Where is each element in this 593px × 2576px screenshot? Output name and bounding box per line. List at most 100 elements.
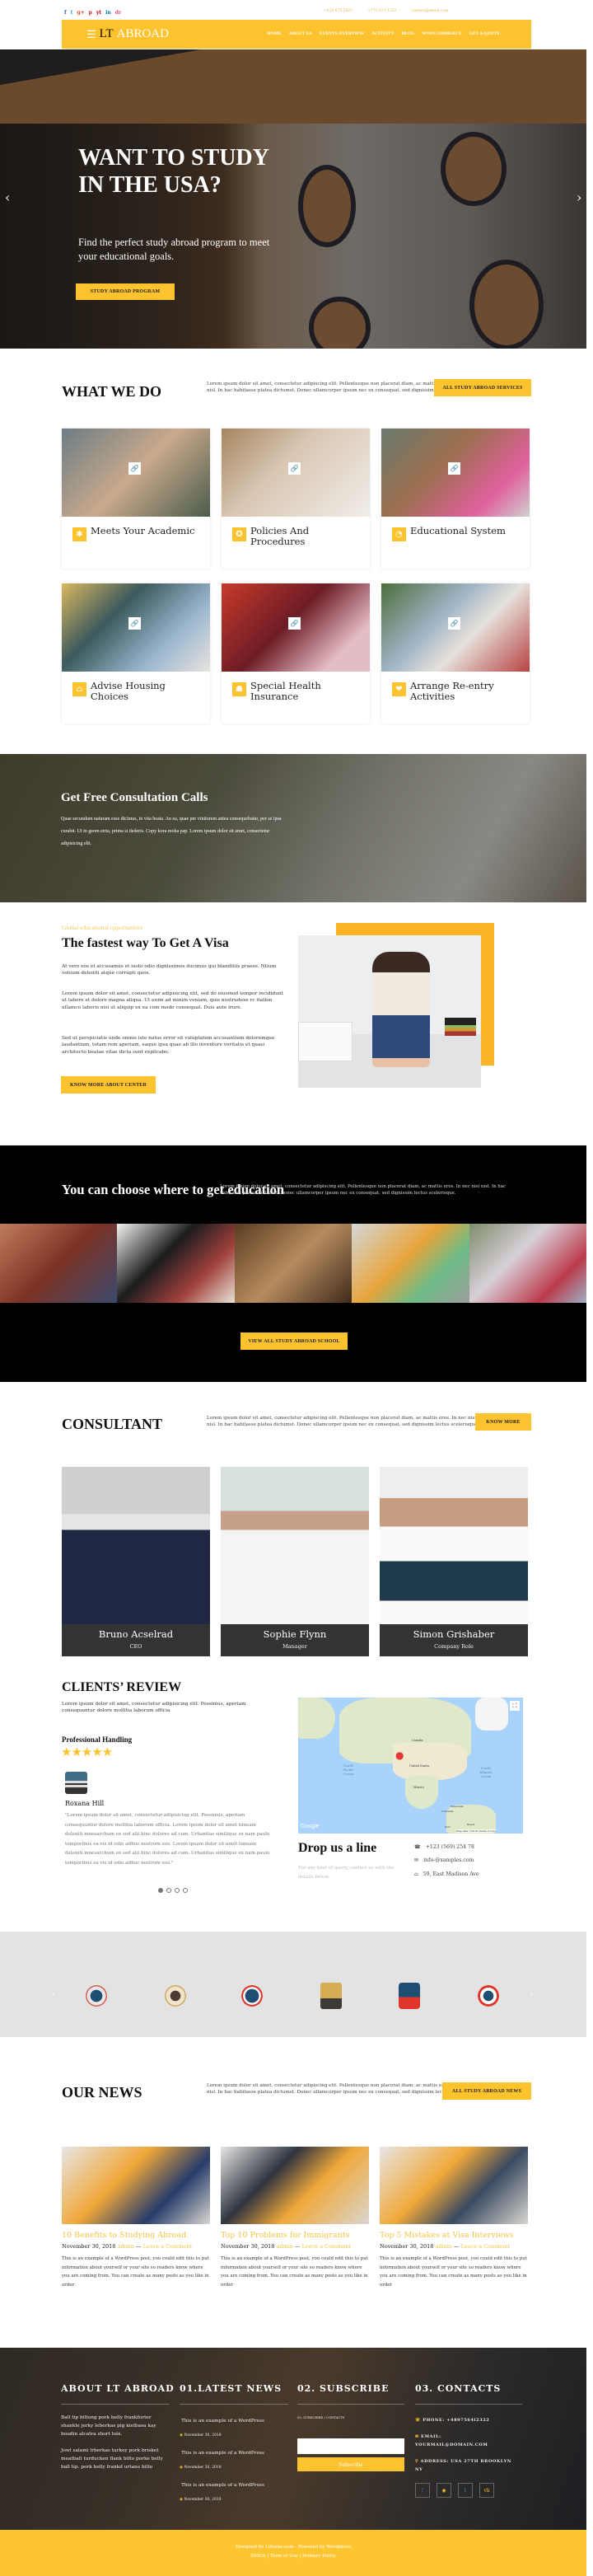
gallery-image[interactable] bbox=[0, 1224, 118, 1303]
pagination-dot[interactable] bbox=[166, 1888, 171, 1893]
hero-next-arrow[interactable]: › bbox=[577, 190, 581, 205]
all-news-button[interactable]: ALL STUDY ABROAD NEWS bbox=[442, 2082, 531, 2100]
logos-next-arrow[interactable]: › bbox=[530, 1989, 533, 2000]
legal-links[interactable]: DMCA | Term of Use | Primary Policy bbox=[0, 2554, 586, 2559]
footer-phone[interactable]: ☏ PHONE: +4897564l2322 bbox=[415, 2416, 489, 2424]
news-meta: November 30, 2018 admin — Leave a Commen… bbox=[62, 2243, 193, 2250]
news-image[interactable] bbox=[380, 2147, 528, 2224]
nav-item-home[interactable]: HOME bbox=[267, 31, 281, 36]
view-all-schools-button[interactable]: VIEW ALL STUDY ABROAD SCHOOL bbox=[240, 1332, 348, 1350]
nav-item-events[interactable]: EVENTS OVERVIEW bbox=[320, 31, 364, 36]
service-card[interactable]: 🔗 ◔ Educational System bbox=[381, 429, 530, 569]
university-logo[interactable] bbox=[478, 1983, 499, 2009]
site-logo[interactable]: ☰ LT ABROAD bbox=[86, 27, 169, 41]
nav-item-about[interactable]: ABOUT US bbox=[289, 31, 312, 36]
link-icon[interactable]: 🔗 bbox=[128, 462, 141, 475]
nav-item-woocommerce[interactable]: WOOCOMMERCE bbox=[423, 31, 462, 36]
top-email[interactable]: contact@email.com bbox=[412, 9, 449, 13]
gallery-image[interactable] bbox=[234, 1224, 353, 1303]
hero-prev-arrow[interactable]: ‹ bbox=[5, 190, 10, 205]
gallery-image[interactable] bbox=[352, 1224, 469, 1303]
clock-icon: ◉ bbox=[180, 2498, 183, 2502]
youtube-icon[interactable]: yt bbox=[96, 10, 101, 16]
link-icon[interactable]: 🔗 bbox=[448, 617, 460, 630]
twitter-icon[interactable]: t bbox=[71, 10, 73, 16]
university-logo[interactable] bbox=[399, 1983, 420, 2009]
university-logo[interactable] bbox=[165, 1983, 186, 2009]
location-map[interactable]: Canada United States Mexico North Pacifi… bbox=[298, 1698, 523, 1834]
news-card[interactable]: 10 Benefits to Studying Abroad November … bbox=[62, 2147, 210, 2289]
service-card[interactable]: 🔗 ❤ Arrange Re-entry Activities bbox=[381, 583, 530, 724]
service-card[interactable]: 🔗 ⌂ Advise Housing Choices bbox=[62, 583, 210, 724]
gallery-image[interactable] bbox=[469, 1224, 587, 1303]
instagram-icon[interactable]: ◉ bbox=[437, 2483, 451, 2498]
member-role: Company Role bbox=[434, 1643, 474, 1650]
news-post-title[interactable]: 10 Benefits to Studying Abroad bbox=[62, 2231, 210, 2240]
copyright-credit[interactable]: Designed by Ltheme.com - Powered by Word… bbox=[0, 2545, 586, 2550]
news-post-title[interactable]: Top 10 Problems for Immigrants bbox=[221, 2231, 369, 2240]
logo-prefix: LT bbox=[99, 27, 114, 40]
contact-phone[interactable]: ☎ +123 (569) 254 78 bbox=[414, 1844, 474, 1850]
subscribe-button[interactable]: Subscribe bbox=[297, 2457, 404, 2471]
news-image[interactable] bbox=[62, 2147, 210, 2224]
footer-social: f ◉ t vk bbox=[415, 2483, 494, 2498]
twitter-icon[interactable]: t bbox=[458, 2483, 473, 2498]
fullscreen-icon[interactable]: ⛶ bbox=[510, 1701, 520, 1711]
contact-email[interactable]: ✉ info-@xamples.com bbox=[414, 1857, 474, 1863]
google-plus-icon[interactable]: g+ bbox=[77, 10, 84, 16]
pagination-dot[interactable] bbox=[175, 1888, 180, 1893]
university-logo[interactable] bbox=[241, 1983, 263, 2009]
vk-icon[interactable]: vk bbox=[479, 2483, 494, 2498]
post-author[interactable]: admin bbox=[277, 2243, 293, 2250]
linkedin-icon[interactable]: in bbox=[105, 10, 111, 16]
top-phone-1[interactable]: +028 875 5422 bbox=[324, 9, 353, 13]
top-phone-2[interactable]: +773 873 1222 bbox=[367, 9, 396, 13]
post-comment-link[interactable]: Leave a Comment bbox=[302, 2243, 351, 2250]
pagination-dot[interactable] bbox=[183, 1888, 188, 1893]
team-member-card[interactable]: Sophie Flynn Manager bbox=[221, 1467, 369, 1656]
logos-prev-arrow[interactable]: ‹ bbox=[52, 1989, 55, 2000]
footer-news-item[interactable]: This is an example of a WordPress bbox=[181, 2417, 264, 2425]
news-image[interactable] bbox=[221, 2147, 369, 2224]
asterisk-icon: ✱ bbox=[72, 527, 86, 541]
service-card[interactable]: 🔗 ☗ Special Health Insurance bbox=[222, 583, 370, 724]
footer-news-item[interactable]: This is an example of a WordPress bbox=[181, 2449, 264, 2457]
post-author[interactable]: admin bbox=[118, 2243, 134, 2250]
all-services-button[interactable]: ALL STUDY ABROAD SERVICES bbox=[434, 379, 531, 396]
facebook-icon[interactable]: f bbox=[64, 10, 67, 16]
subscribe-email-input[interactable] bbox=[297, 2438, 404, 2454]
study-abroad-program-button[interactable]: STUDY ABROAD PROGRAM bbox=[76, 283, 175, 300]
team-member-card[interactable]: Bruno Acselrad CEO bbox=[62, 1467, 210, 1656]
pagination-dot[interactable] bbox=[158, 1888, 163, 1893]
footer-news-item[interactable]: This is an example of a WordPress bbox=[181, 2481, 264, 2489]
dribbble-icon[interactable]: dr bbox=[115, 10, 121, 16]
post-comment-link[interactable]: Leave a Comment bbox=[461, 2243, 510, 2250]
nav-item-quote[interactable]: GET A QUOTE bbox=[469, 31, 501, 36]
map-pin-icon[interactable]: ● bbox=[395, 1749, 404, 1761]
service-card[interactable]: 🔗 ✱ Meets Your Academic bbox=[62, 429, 210, 569]
map-attribution[interactable]: Map data ©2018 Terms of Use bbox=[456, 1829, 496, 1833]
nav-item-blog[interactable]: BLOG bbox=[402, 31, 415, 36]
footer-email[interactable]: ✉ EMAIL: YOURMAIL@DOMAIN.COM bbox=[415, 2433, 506, 2449]
news-post-title[interactable]: Top 5 Mistakes at Visa Interviews bbox=[380, 2231, 528, 2240]
member-name: Bruno Acselrad bbox=[98, 1628, 174, 1640]
link-icon[interactable]: 🔗 bbox=[448, 462, 460, 475]
service-card[interactable]: 🔗 ✪ Policies And Procedures bbox=[222, 429, 370, 569]
link-icon[interactable]: 🔗 bbox=[288, 617, 301, 630]
facebook-icon[interactable]: f bbox=[415, 2483, 430, 2498]
university-logo[interactable] bbox=[320, 1983, 342, 2009]
news-card[interactable]: Top 10 Problems for Immigrants November … bbox=[221, 2147, 369, 2289]
news-card[interactable]: Top 5 Mistakes at Visa Interviews Novemb… bbox=[380, 2147, 528, 2289]
post-author[interactable]: admin bbox=[436, 2243, 452, 2250]
team-member-card[interactable]: Simon Grishaber Company Role bbox=[380, 1467, 528, 1656]
nav-item-activity[interactable]: ACTIVITY bbox=[371, 31, 395, 36]
pinterest-icon[interactable]: p bbox=[89, 10, 92, 16]
university-logo[interactable] bbox=[86, 1983, 107, 2009]
know-more-button[interactable]: KNOW MORE bbox=[475, 1413, 531, 1431]
link-icon[interactable]: 🔗 bbox=[128, 617, 141, 630]
post-comment-link[interactable]: Leave a Comment bbox=[143, 2243, 192, 2250]
know-more-center-button[interactable]: KNOW MORE ABOUT CENTER bbox=[61, 1076, 156, 1094]
news-meta: November 30, 2018 admin — Leave a Commen… bbox=[221, 2243, 352, 2250]
gallery-image[interactable] bbox=[117, 1224, 235, 1303]
link-icon[interactable]: 🔗 bbox=[288, 462, 301, 475]
